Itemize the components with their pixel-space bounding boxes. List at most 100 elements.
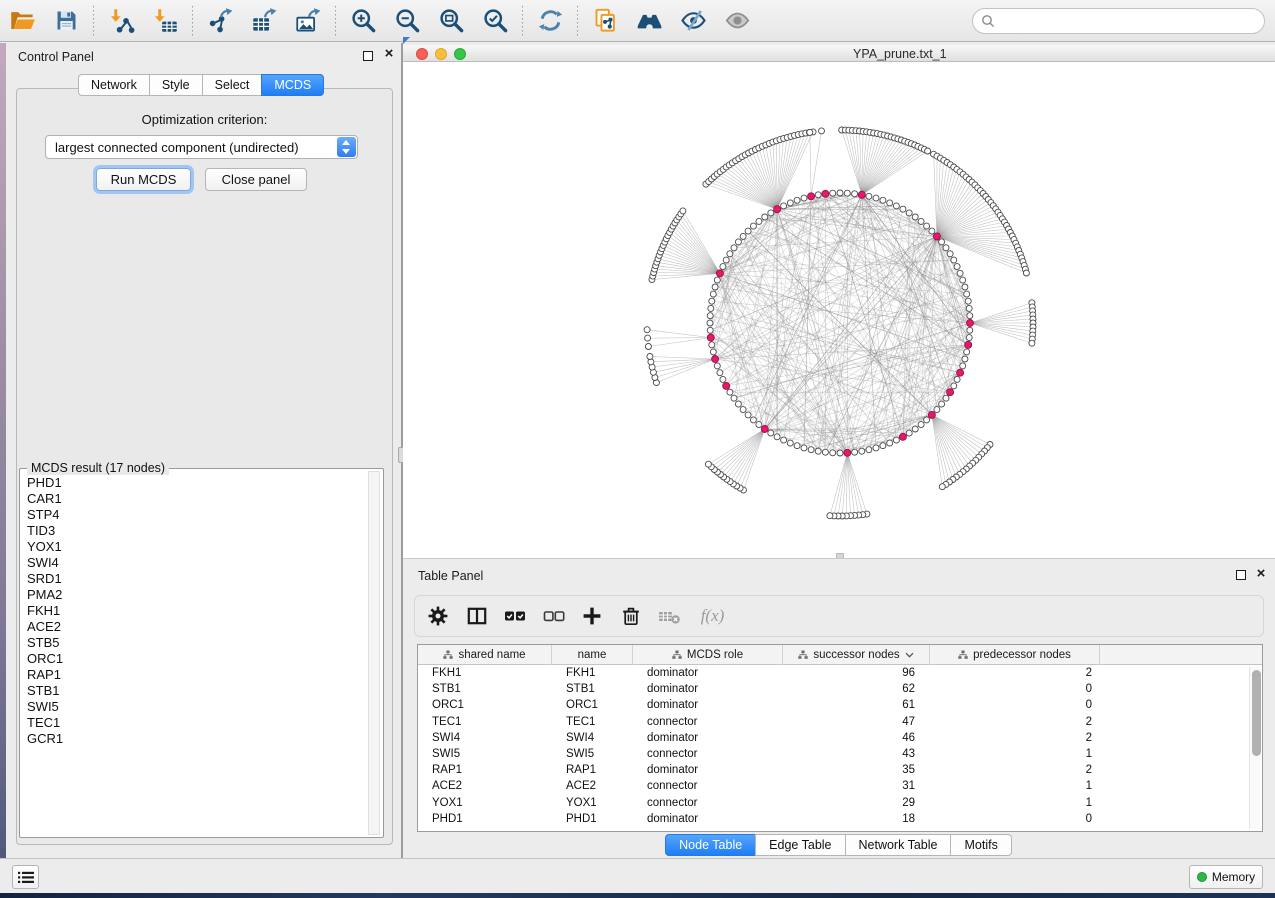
tab-select[interactable]: Select: [202, 74, 263, 96]
mcds-result-item[interactable]: STB5: [23, 635, 365, 651]
network-leaf-node[interactable]: [819, 128, 825, 134]
network-node[interactable]: [774, 434, 780, 440]
network-node[interactable]: [906, 210, 912, 216]
search-network-icon[interactable]: [635, 7, 663, 35]
network-node[interactable]: [756, 422, 762, 428]
mcds-result-item[interactable]: SWI4: [23, 555, 365, 571]
network-node[interactable]: [712, 284, 718, 290]
mcds-hub-node[interactable]: [774, 206, 781, 213]
mcds-hub-node[interactable]: [716, 270, 723, 277]
mcds-hub-node[interactable]: [822, 190, 829, 197]
network-node[interactable]: [844, 190, 850, 196]
mcds-result-item[interactable]: GCR1: [23, 731, 365, 747]
network-node[interactable]: [951, 257, 957, 263]
network-node[interactable]: [745, 412, 751, 418]
network-node[interactable]: [727, 251, 733, 257]
network-node[interactable]: [830, 190, 836, 196]
close-table-panel-icon[interactable]: ×: [1254, 566, 1268, 582]
table-row-STB1[interactable]: STB1STB1dominator620: [418, 681, 1262, 697]
mcds-result-item[interactable]: ORC1: [23, 651, 365, 667]
minimize-window-icon[interactable]: [435, 48, 447, 60]
network-node[interactable]: [962, 284, 968, 290]
show-graphics-details-icon[interactable]: [723, 7, 751, 35]
network-leaf-node[interactable]: [827, 513, 833, 519]
network-node[interactable]: [924, 417, 930, 423]
network-node[interactable]: [714, 277, 720, 283]
mcds-result-item[interactable]: TEC1: [23, 715, 365, 731]
table-scrollbar-thumb[interactable]: [1252, 670, 1261, 756]
network-node[interactable]: [918, 422, 924, 428]
network-leaf-node[interactable]: [645, 335, 651, 341]
network-node[interactable]: [787, 200, 793, 206]
export-table-icon[interactable]: [250, 7, 278, 35]
import-network-icon[interactable]: [107, 7, 135, 35]
zoom-out-icon[interactable]: [393, 7, 421, 35]
network-node[interactable]: [750, 223, 756, 229]
network-graph[interactable]: [403, 62, 1275, 558]
export-image-icon[interactable]: [294, 7, 322, 35]
column-header-name[interactable]: name: [552, 645, 633, 665]
table-row-PHD1[interactable]: PHD1PHD1dominator180: [418, 811, 1262, 827]
mcds-result-item[interactable]: YOX1: [23, 539, 365, 555]
network-node[interactable]: [710, 291, 716, 297]
network-node[interactable]: [960, 363, 966, 369]
table-row-ORC1[interactable]: ORC1ORC1dominator610: [418, 697, 1262, 713]
task-history-button[interactable]: [12, 865, 39, 889]
save-session-icon[interactable]: [52, 7, 80, 35]
memory-button[interactable]: Memory: [1189, 865, 1263, 889]
network-leaf-node[interactable]: [680, 208, 686, 214]
table-row-SWI5[interactable]: SWI5SWI5connector431: [418, 746, 1262, 762]
search-field[interactable]: [972, 8, 1265, 34]
mcds-hub-node[interactable]: [858, 191, 865, 198]
network-node[interactable]: [740, 233, 746, 239]
mcds-hub-node[interactable]: [933, 233, 940, 240]
mcds-result-item[interactable]: SRD1: [23, 571, 365, 587]
network-view-canvas[interactable]: [403, 62, 1275, 558]
network-node[interactable]: [781, 203, 787, 209]
network-node[interactable]: [893, 203, 899, 209]
network-node[interactable]: [866, 447, 872, 453]
network-node[interactable]: [866, 193, 872, 199]
network-node[interactable]: [939, 239, 945, 245]
column-header-successor-nodes[interactable]: successor nodes: [783, 645, 930, 665]
result-list-scrollbar[interactable]: [368, 471, 380, 835]
mcds-result-item[interactable]: STP4: [23, 507, 365, 523]
network-node[interactable]: [762, 214, 768, 220]
function-builder-icon[interactable]: f(x): [696, 604, 730, 628]
network-node[interactable]: [735, 401, 741, 407]
network-node[interactable]: [960, 277, 966, 283]
zoom-selected-icon[interactable]: [481, 7, 509, 35]
mcds-hub-node[interactable]: [957, 369, 964, 376]
tab-style[interactable]: Style: [149, 74, 203, 96]
network-node[interactable]: [893, 437, 899, 443]
column-header-MCDS-role[interactable]: MCDS role: [633, 645, 783, 665]
network-node[interactable]: [967, 313, 973, 319]
network-node[interactable]: [717, 370, 723, 376]
mcds-result-item[interactable]: ACE2: [23, 619, 365, 635]
mcds-result-item[interactable]: STB1: [23, 683, 365, 699]
delete-column-icon[interactable]: [619, 604, 643, 628]
close-panel-icon[interactable]: ×: [382, 46, 396, 62]
mcds-result-item[interactable]: PHD1: [23, 475, 365, 491]
mcds-hub-node[interactable]: [967, 320, 974, 327]
network-leaf-node[interactable]: [645, 344, 651, 350]
unselect-all-icon[interactable]: [542, 604, 566, 628]
network-node[interactable]: [801, 195, 807, 201]
network-node[interactable]: [787, 440, 793, 446]
network-node[interactable]: [756, 218, 762, 224]
network-node[interactable]: [794, 443, 800, 449]
network-node[interactable]: [934, 407, 940, 413]
network-node[interactable]: [740, 407, 746, 413]
mcds-hub-node[interactable]: [947, 389, 954, 396]
select-all-icon[interactable]: [503, 604, 527, 628]
network-node[interactable]: [745, 228, 751, 234]
network-node[interactable]: [887, 440, 893, 446]
table-row-SWI4[interactable]: SWI4SWI4dominator462: [418, 730, 1262, 746]
network-node[interactable]: [887, 200, 893, 206]
export-network-icon[interactable]: [206, 7, 234, 35]
network-node[interactable]: [837, 450, 843, 456]
add-column-icon[interactable]: [580, 604, 604, 628]
column-header-predecessor-nodes[interactable]: predecessor nodes: [930, 645, 1100, 665]
mcds-result-item[interactable]: CAR1: [23, 491, 365, 507]
split-panel-icon[interactable]: [465, 604, 489, 628]
